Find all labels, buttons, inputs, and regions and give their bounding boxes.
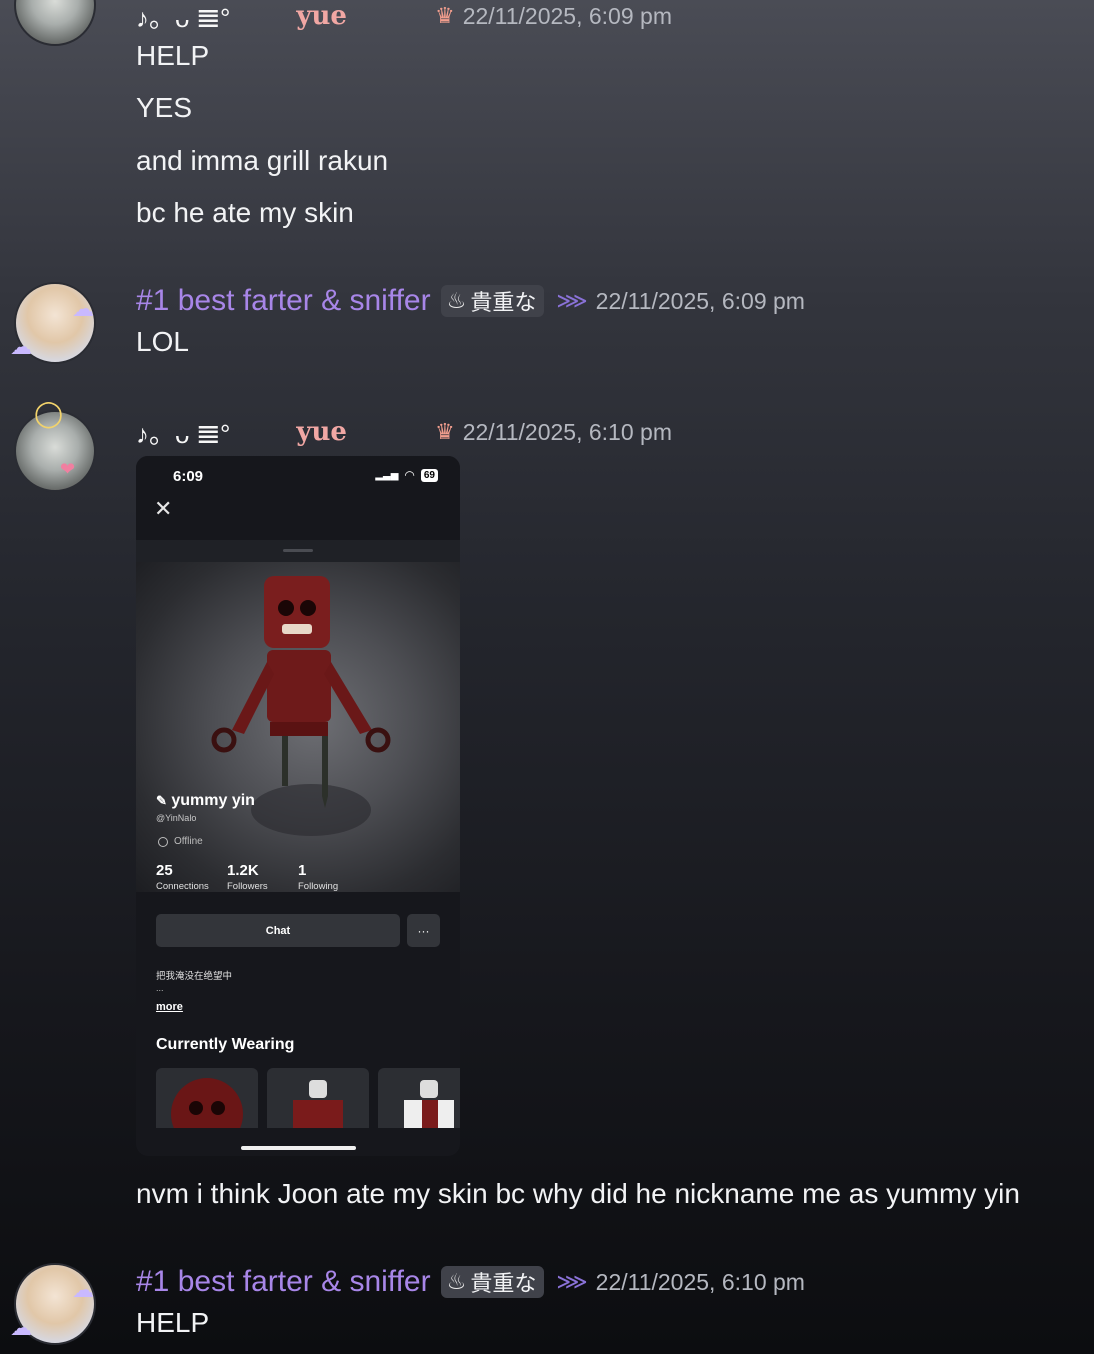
timestamp[interactable]: 22/11/2025, 6:09 pm — [463, 3, 672, 30]
message-line: nvm i think Joon ate my skin bc why did … — [136, 1178, 1020, 1209]
profile-bio: 把我淹没在绝望中 — [156, 971, 233, 982]
profile-username: @YinNalo — [156, 813, 197, 823]
message-header: ♪。ᴗ 𝌆° yue ♛ 22/11/2025, 6:09 pm — [136, 0, 672, 34]
message-line: YES — [136, 92, 193, 123]
presence-status: Offline — [158, 836, 203, 847]
username-best-farter[interactable]: #1 best farter & sniffer — [136, 284, 431, 318]
halo-icon: ◯ — [34, 398, 64, 428]
flame-icon: ♨ — [446, 288, 467, 313]
music-note-icon: ♪。ᴗ 𝌆° — [136, 418, 231, 449]
user-avatar-best-farter[interactable]: ☁ ☁ — [10, 282, 96, 364]
message-line: bc he ate my skin — [136, 197, 354, 228]
user-avatar-yue[interactable] — [14, 0, 96, 46]
cloud-deco-icon: ☁ — [10, 1315, 32, 1340]
wearing-item[interactable] — [156, 1068, 258, 1128]
head-item-thumbnail — [171, 1078, 243, 1128]
cloud-deco-icon: ☁ — [72, 296, 94, 321]
stat-connections[interactable]: 25 Connections — [156, 862, 209, 892]
cloud-deco-icon: ☁ — [72, 1277, 94, 1302]
wifi-icon: ◠ — [404, 468, 415, 482]
heart-icon: ❤ — [60, 459, 76, 479]
pencil-icon[interactable]: ✎ — [156, 793, 167, 808]
message-line: HELP — [136, 1307, 210, 1338]
stat-following[interactable]: 1 Following — [298, 862, 338, 892]
wearing-item[interactable] — [267, 1068, 369, 1128]
more-link[interactable]: more — [156, 1001, 183, 1013]
cloud-deco-icon: ☁ — [10, 334, 32, 359]
message-line: and imma grill rakun — [136, 145, 389, 176]
message-header: ♪。ᴗ 𝌆° yue ♛ 22/11/2025, 6:10 pm — [136, 414, 672, 450]
close-icon[interactable]: ✕ — [154, 496, 172, 522]
pants-item-thumbnail — [404, 1080, 454, 1128]
currently-wearing-heading: Currently Wearing — [156, 1036, 295, 1053]
username-yue[interactable]: yue — [296, 1, 347, 31]
more-options-button[interactable]: ··· — [407, 914, 440, 947]
wearing-item[interactable] — [378, 1068, 460, 1128]
flame-icon: ♨ — [446, 1269, 467, 1294]
user-avatar-yue[interactable]: ◯ ❤ — [14, 400, 96, 492]
guild-tag-badge[interactable]: ♨ 貴重な — [440, 1266, 545, 1298]
guild-tag-badge[interactable]: ♨ 貴重な — [440, 285, 545, 317]
timestamp[interactable]: 22/11/2025, 6:10 pm — [596, 1269, 805, 1296]
stat-followers[interactable]: 1.2K Followers — [227, 862, 268, 892]
attachment-image[interactable]: 6:09 ▂▃▅ ◠ 69 ✕ ✎ yummy yin @YinNalo Off… — [136, 456, 460, 1156]
timestamp[interactable]: 22/11/2025, 6:09 pm — [596, 288, 805, 315]
battery-icon: 69 — [420, 468, 438, 482]
user-avatar-best-farter[interactable]: ☁ ☁ — [10, 1263, 96, 1345]
profile-display-name: ✎ yummy yin — [156, 792, 255, 809]
username-yue[interactable]: yue — [296, 417, 347, 447]
message-line: LOL — [136, 326, 189, 357]
music-note-icon: ♪。ᴗ 𝌆° — [136, 2, 231, 33]
crown-icon: ♛ — [434, 3, 455, 28]
home-indicator — [241, 1146, 356, 1150]
timestamp[interactable]: 22/11/2025, 6:10 pm — [463, 419, 672, 446]
drag-handle[interactable] — [283, 549, 313, 552]
chat-button[interactable]: Chat — [156, 914, 400, 947]
bio-ellipsis: ... — [156, 983, 164, 993]
guild-tag-label: 貴重な — [470, 290, 537, 315]
message-line: HELP — [136, 40, 210, 71]
signal-icon: ▂▃▅ — [375, 469, 399, 481]
phone-status-icons: ▂▃▅ ◠ 69 — [375, 468, 438, 482]
message-header: #1 best farter & sniffer ♨ 貴重な ⋙ 22/11/2… — [136, 283, 805, 319]
username-best-farter[interactable]: #1 best farter & sniffer — [136, 1265, 431, 1299]
guild-tag-label: 貴重な — [470, 1271, 537, 1296]
phone-time: 6:09 — [173, 468, 204, 485]
crown-icon: ♛ — [434, 419, 455, 444]
message-header: #1 best farter & sniffer ♨ 貴重な ⋙ 22/11/2… — [136, 1264, 805, 1300]
wings-icon: ⋙ — [556, 1269, 588, 1294]
wings-icon: ⋙ — [556, 288, 588, 313]
shirt-item-thumbnail — [293, 1080, 343, 1128]
offline-icon — [158, 836, 168, 847]
